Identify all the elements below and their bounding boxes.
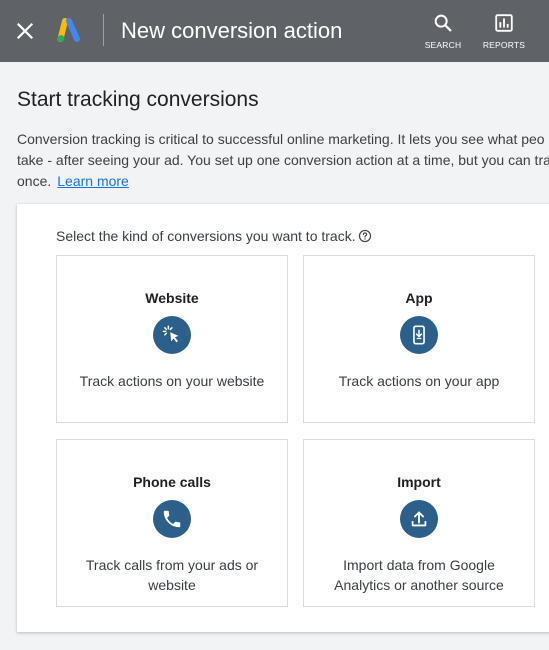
top-app-bar: New conversion action SEARCH REPORTS bbox=[0, 0, 549, 62]
reports-button[interactable]: REPORTS bbox=[479, 12, 529, 50]
close-icon bbox=[16, 22, 34, 40]
search-label: SEARCH bbox=[424, 40, 462, 50]
selection-prompt-text: Select the kind of conversions you want … bbox=[56, 228, 356, 244]
description-line-3: once. Learn more bbox=[17, 171, 549, 192]
card-app[interactable]: App Track actions on your app bbox=[303, 255, 535, 423]
conversion-type-panel: Select the kind of conversions you want … bbox=[17, 204, 549, 632]
card-phone-calls-title: Phone calls bbox=[133, 474, 211, 490]
google-ads-logo-icon bbox=[56, 17, 82, 43]
description-line-1: Conversion tracking is critical to succe… bbox=[17, 131, 545, 147]
card-import-description: Import data from Google Analytics or ano… bbox=[334, 557, 504, 593]
smartphone-download-icon bbox=[413, 325, 425, 345]
phone-icon bbox=[163, 510, 181, 528]
upload-icon bbox=[411, 511, 427, 527]
card-phone-calls-icon-circle bbox=[153, 500, 191, 538]
page-title: Start tracking conversions bbox=[17, 88, 259, 111]
search-button[interactable]: SEARCH bbox=[418, 12, 468, 50]
card-phone-calls-description: Track calls from your ads or website bbox=[85, 557, 259, 593]
help-circle-icon[interactable] bbox=[358, 229, 372, 243]
card-website[interactable]: Website Track actions on your website bbox=[56, 255, 288, 423]
card-website-icon-circle bbox=[153, 316, 191, 354]
cursor-click-icon bbox=[162, 325, 179, 343]
reports-icon bbox=[495, 14, 513, 32]
card-website-description: Track actions on your website bbox=[79, 373, 265, 389]
card-website-title: Website bbox=[145, 290, 199, 306]
header-divider bbox=[103, 14, 104, 46]
learn-more-link[interactable]: Learn more bbox=[57, 173, 129, 189]
card-app-icon-circle bbox=[400, 316, 438, 354]
close-button[interactable] bbox=[12, 18, 38, 44]
card-app-description: Track actions on your app bbox=[338, 373, 500, 389]
search-icon bbox=[434, 14, 452, 32]
card-phone-calls[interactable]: Phone calls Track calls from your ads or… bbox=[56, 439, 288, 607]
description: Conversion tracking is critical to succe… bbox=[17, 129, 549, 192]
selection-prompt: Select the kind of conversions you want … bbox=[56, 228, 372, 244]
description-line-3-text: once. bbox=[17, 173, 52, 189]
card-import-title: Import bbox=[397, 474, 441, 490]
page-header-title: New conversion action bbox=[121, 18, 343, 43]
card-import[interactable]: Import Import data from Google Analytics… bbox=[303, 439, 535, 607]
reports-label: REPORTS bbox=[482, 40, 526, 50]
card-app-title: App bbox=[405, 290, 433, 306]
description-line-2: take - after seeing your ad. You set up … bbox=[17, 152, 549, 168]
card-import-icon-circle bbox=[400, 500, 438, 538]
